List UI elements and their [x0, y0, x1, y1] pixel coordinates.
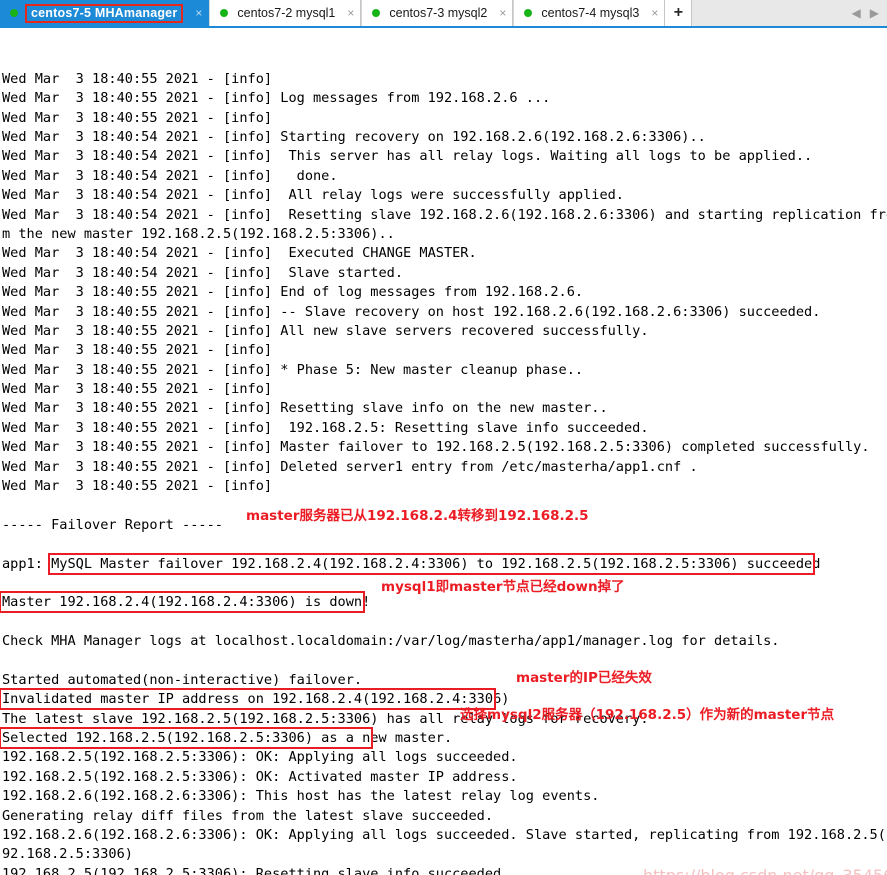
- highlight-box-invalidated-master-ip: Invalidated master IP address on 192.168…: [0, 688, 497, 711]
- scroll-right-icon[interactable]: ▶: [870, 6, 879, 20]
- terminal-line: Wed Mar 3 18:40:54 2021 - [info] This se…: [2, 148, 813, 165]
- scroll-left-icon[interactable]: ◀: [852, 6, 861, 20]
- highlight-box-failover-succeeded: MySQL Master failover 192.168.2.4(192.16…: [48, 552, 816, 575]
- terminal-line: Wed Mar 3 18:40:55 2021 - [info] -- Slav…: [2, 303, 821, 320]
- terminal-line: 92.168.2.5:3306): [2, 846, 133, 863]
- terminal-line: Wed Mar 3 18:40:55 2021 - [info] All new…: [2, 322, 649, 339]
- terminal-line: Wed Mar 3 18:40:55 2021 - [info]: [2, 342, 273, 359]
- new-tab-button[interactable]: +: [665, 0, 693, 26]
- terminal-line: Started automated(non-interactive) failo…: [2, 671, 363, 688]
- terminal-line: Wed Mar 3 18:40:55 2021 - [info]: [2, 70, 273, 87]
- terminal-line: app1: MySQL Master failover 192.168.2.4(…: [2, 552, 887, 575]
- terminal-line: 192.168.2.5(192.168.2.5:3306): OK: Activ…: [2, 768, 518, 785]
- terminal-line-list: Wed Mar 3 18:40:55 2021 - [info] Wed Mar …: [0, 70, 887, 875]
- tab-list: centos7-5 MHAmanager × centos7-2 mysql1 × ce…: [0, 0, 666, 26]
- highlight-box-selected-new-master: Selected 192.168.2.5(192.168.2.5:3306) a…: [0, 727, 374, 750]
- terminal-line: Wed Mar 3 18:40:55 2021 - [info] 192.168…: [2, 419, 649, 436]
- tab-bar-filler: [692, 0, 852, 26]
- annotation-4: 选择mysql2服务器（192.168.2.5）作为新的master节点: [460, 707, 835, 723]
- terminal-text: app1:: [2, 555, 52, 572]
- terminal-line: Wed Mar 3 18:40:55 2021 - [info] Resetti…: [2, 400, 608, 417]
- tab-close-icon[interactable]: ×: [651, 7, 658, 19]
- terminal-line: Wed Mar 3 18:40:54 2021 - [info] Slave s…: [2, 264, 404, 281]
- terminal-line: Wed Mar 3 18:40:55 2021 - [info] Deleted…: [2, 458, 698, 475]
- terminal-text: ew master.: [370, 730, 453, 747]
- terminal-line: Check MHA Manager logs at localhost.loca…: [2, 633, 780, 650]
- terminal-line: Wed Mar 3 18:40:54 2021 - [info] done.: [2, 167, 338, 184]
- terminal-line: Wed Mar 3 18:40:55 2021 - [info] * Phase…: [2, 361, 584, 378]
- tab-close-icon[interactable]: ×: [499, 7, 506, 19]
- connection-status-dot-icon: [372, 9, 381, 17]
- terminal-line: 192.168.2.6(192.168.2.6:3306): OK: Apply…: [2, 827, 887, 844]
- terminal-line: Wed Mar 3 18:40:55 2021 - [info] End of …: [2, 284, 584, 301]
- terminal-line: 192.168.2.5(192.168.2.5:3306): OK: Apply…: [2, 749, 518, 766]
- tab-3[interactable]: centos7-3 mysql2 ×: [361, 0, 514, 26]
- connection-status-dot-icon: [220, 9, 229, 17]
- tab-label: centos7-5 MHAmanager: [25, 3, 184, 23]
- terminal-line: Wed Mar 3 18:40:54 2021 - [info] Execute…: [2, 245, 477, 262]
- terminal-text: 6): [493, 691, 510, 708]
- tab-label: centos7-2 mysql1: [237, 6, 336, 20]
- connection-status-dot-icon: [10, 9, 18, 17]
- terminal-line: Wed Mar 3 18:40:54 2021 - [info] Startin…: [2, 128, 706, 145]
- tab-close-icon[interactable]: ×: [347, 7, 354, 19]
- tab-label: centos7-4 mysql3: [541, 6, 640, 20]
- terminal-text: !: [362, 594, 371, 611]
- annotation-1: master服务器已从192.168.2.4转移到192.168.2.5: [246, 508, 589, 524]
- terminal-line: Generating relay diff files from the lat…: [2, 807, 494, 824]
- tab-label: centos7-3 mysql2: [389, 6, 488, 20]
- tab-4[interactable]: centos7-4 mysql3 ×: [513, 0, 666, 26]
- annotation-3: master的IP已经失效: [516, 670, 652, 686]
- terminal-line: Wed Mar 3 18:40:54 2021 - [info] All rel…: [2, 187, 624, 204]
- terminal-line: Wed Mar 3 18:40:55 2021 - [info] Log mes…: [2, 90, 551, 107]
- terminal-line: Wed Mar 3 18:40:55 2021 - [info] Master …: [2, 439, 870, 456]
- terminal-output[interactable]: Wed Mar 3 18:40:55 2021 - [info] Wed Mar …: [0, 28, 887, 875]
- tab-1[interactable]: centos7-5 MHAmanager ×: [0, 0, 210, 26]
- annotation-2: mysql1即master节点已经down掉了: [381, 579, 625, 595]
- terminal-line: 192.168.2.6(192.168.2.6:3306): This host…: [2, 788, 600, 805]
- terminal-line: Selected 192.168.2.5(192.168.2.5:3306) a…: [0, 727, 887, 750]
- terminal-line: m the new master 192.168.2.5(192.168.2.5…: [2, 225, 395, 242]
- tab-2[interactable]: centos7-2 mysql1 ×: [209, 0, 362, 26]
- terminal-line: Wed Mar 3 18:40:54 2021 - [info] Resetti…: [2, 206, 887, 223]
- terminal-line: Wed Mar 3 18:40:55 2021 - [info]: [2, 478, 273, 495]
- terminal-tab-bar: centos7-5 MHAmanager × centos7-2 mysql1 × ce…: [0, 0, 887, 28]
- watermark-text: https://blog.csdn.net/qq_35456705: [643, 866, 887, 875]
- tab-scroll-controls: ◀ ▶: [851, 0, 887, 26]
- terminal-text: d: [812, 555, 821, 572]
- tab-close-icon[interactable]: ×: [195, 7, 202, 19]
- highlight-box-master-is-down: Master 192.168.2.4(192.168.2.4:3306) is …: [0, 591, 366, 614]
- terminal-line: Wed Mar 3 18:40:55 2021 - [info]: [2, 109, 273, 126]
- terminal-line: Wed Mar 3 18:40:55 2021 - [info]: [2, 381, 273, 398]
- connection-status-dot-icon: [524, 9, 533, 17]
